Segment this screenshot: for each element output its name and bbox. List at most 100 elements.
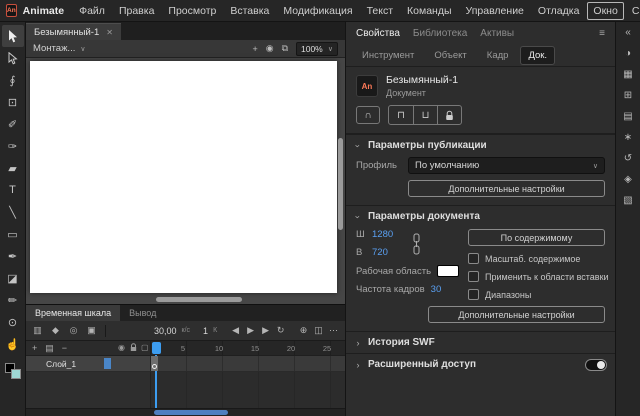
onion-skin-outlines-icon[interactable]: ◫ bbox=[311, 325, 326, 336]
framerate-value[interactable]: 30 bbox=[431, 284, 442, 295]
frame-ruler[interactable]: 5 10 15 20 25 bbox=[151, 341, 345, 355]
subselection-tool[interactable] bbox=[2, 47, 24, 69]
subtab-frame[interactable]: Кадр bbox=[479, 46, 517, 65]
subtab-tool[interactable]: Инструмент bbox=[354, 46, 422, 65]
canvas-hscroll-thumb[interactable] bbox=[156, 297, 242, 302]
empty-keyframe[interactable] bbox=[151, 356, 158, 371]
tab-properties[interactable]: Свойства bbox=[356, 28, 400, 39]
auto-keyframe-icon[interactable]: ◆ bbox=[48, 325, 63, 336]
rectangle-tool[interactable]: ▭ bbox=[2, 223, 24, 245]
free-transform-tool[interactable]: ⊡ bbox=[2, 91, 24, 113]
snap-align-icon[interactable]: ⊓ bbox=[389, 106, 413, 124]
add-layer-icon[interactable]: + bbox=[32, 343, 37, 353]
match-contents-button[interactable]: По содержимому bbox=[468, 229, 605, 246]
menu-commands[interactable]: Команды bbox=[401, 2, 458, 20]
selection-tool[interactable] bbox=[2, 25, 24, 47]
camera-icon[interactable]: ◉ bbox=[266, 43, 274, 54]
zoom-tool[interactable]: ⊙ bbox=[2, 311, 24, 333]
menu-control[interactable]: Управление bbox=[460, 2, 530, 20]
width-value[interactable]: 1280 bbox=[372, 229, 393, 240]
menu-help[interactable]: Справка bbox=[626, 2, 640, 20]
center-frame-icon[interactable]: ⊕ bbox=[296, 325, 311, 336]
section-document-settings[interactable]: › Параметры документа bbox=[346, 205, 615, 227]
fluid-brush-tool[interactable]: ✐ bbox=[2, 113, 24, 135]
eraser-tool[interactable]: ▰ bbox=[2, 157, 24, 179]
eyedropper-tool[interactable]: ✏ bbox=[2, 289, 24, 311]
stage-color-swatch[interactable] bbox=[437, 265, 459, 277]
apply-to-pasteboard-checkbox[interactable] bbox=[468, 271, 479, 282]
scale-content-checkbox[interactable] bbox=[468, 253, 479, 264]
menu-modify[interactable]: Модификация bbox=[277, 2, 358, 20]
tab-output[interactable]: Вывод bbox=[120, 305, 165, 321]
lock-column-icon[interactable] bbox=[130, 343, 137, 354]
menu-text[interactable]: Текст bbox=[361, 2, 399, 20]
paint-bucket-tool[interactable]: ◪ bbox=[2, 267, 24, 289]
transform-panel-icon[interactable]: ▧ bbox=[623, 195, 632, 206]
color-swatches[interactable] bbox=[5, 363, 21, 379]
line-tool[interactable]: ╲ bbox=[2, 201, 24, 223]
history-panel-icon[interactable]: ↺ bbox=[624, 153, 632, 164]
add-folder-icon[interactable]: ▤ bbox=[45, 343, 54, 354]
document-tab[interactable]: Безымянный-1 ✕ bbox=[26, 23, 121, 40]
edit-symbols-icon[interactable]: ⧉ bbox=[282, 43, 288, 54]
timeline-more-icon[interactable]: ⋯ bbox=[326, 325, 341, 336]
step-back-icon[interactable]: ◀ bbox=[228, 325, 243, 336]
height-value[interactable]: 720 bbox=[372, 247, 388, 258]
layer-name[interactable]: Слой_1 bbox=[46, 359, 76, 369]
playhead[interactable] bbox=[152, 342, 161, 354]
components-panel-icon[interactable]: ◈ bbox=[624, 174, 632, 185]
lock-guides-icon[interactable] bbox=[437, 106, 461, 124]
pen-tool[interactable]: ✒ bbox=[2, 245, 24, 267]
scene-breadcrumb[interactable]: Монтаж... bbox=[33, 43, 75, 54]
layer-row[interactable]: Слой_1 bbox=[26, 356, 345, 372]
timeline-scrollbar-thumb[interactable] bbox=[154, 410, 228, 415]
tab-assets[interactable]: Активы bbox=[480, 28, 514, 39]
accessibility-toggle[interactable] bbox=[585, 359, 607, 371]
collapse-panels-icon[interactable]: « bbox=[625, 27, 631, 38]
menu-debug[interactable]: Отладка bbox=[532, 2, 586, 20]
section-accessibility[interactable]: › Расширенный доступ bbox=[346, 353, 615, 375]
section-swf-history[interactable]: › История SWF bbox=[346, 331, 615, 353]
menu-edit[interactable]: Правка bbox=[113, 2, 160, 20]
canvas-vertical-scrollbar[interactable] bbox=[338, 60, 343, 292]
loop-icon[interactable]: ↻ bbox=[273, 325, 288, 336]
subtab-object[interactable]: Объект bbox=[426, 46, 474, 65]
menu-insert[interactable]: Вставка bbox=[224, 2, 275, 20]
frame-rate-value[interactable]: 30,00 bbox=[154, 326, 177, 336]
swatches-panel-icon[interactable]: ▦ bbox=[623, 69, 632, 80]
edit-multiple-frames-icon[interactable]: ▣ bbox=[84, 325, 99, 336]
canvas-horizontal-scrollbar[interactable] bbox=[28, 297, 335, 302]
brush-library-panel-icon[interactable]: ∗ bbox=[624, 132, 632, 143]
pasteboard[interactable] bbox=[26, 58, 345, 304]
layer-frames-track[interactable] bbox=[151, 356, 345, 371]
text-tool[interactable]: T bbox=[2, 179, 24, 201]
menu-file[interactable]: Файл bbox=[73, 2, 111, 20]
align-panel-icon[interactable]: ⊞ bbox=[624, 90, 632, 101]
panel-menu-icon[interactable]: ≡ bbox=[599, 28, 605, 39]
snap-objects-icon[interactable]: ⊔ bbox=[413, 106, 437, 124]
delete-layer-icon[interactable]: − bbox=[62, 343, 67, 353]
color-panel-icon[interactable]: ◑ bbox=[625, 48, 631, 59]
onion-skin-icon[interactable]: ◎ bbox=[66, 325, 81, 336]
hand-tool[interactable]: ☝ bbox=[2, 333, 24, 355]
scene-chevron-icon[interactable]: ∨ bbox=[80, 45, 85, 53]
subtab-doc[interactable]: Док. bbox=[520, 46, 555, 65]
stage[interactable] bbox=[30, 61, 337, 293]
library-panel-icon[interactable]: ▤ bbox=[623, 111, 632, 122]
tab-library[interactable]: Библиотека bbox=[413, 28, 467, 39]
layer-name-cell[interactable]: Слой_1 bbox=[26, 356, 151, 371]
document-advanced-settings-button[interactable]: Дополнительные настройки bbox=[428, 306, 605, 323]
publish-advanced-settings-button[interactable]: Дополнительные настройки bbox=[408, 180, 605, 197]
canvas-vscroll-thumb[interactable] bbox=[338, 138, 343, 230]
center-stage-icon[interactable]: + bbox=[252, 44, 257, 54]
tab-timeline[interactable]: Временная шкала bbox=[26, 305, 120, 321]
menu-view[interactable]: Просмотр bbox=[162, 2, 222, 20]
show-hide-column-icon[interactable]: ◉ bbox=[118, 343, 125, 352]
fill-color-swatch[interactable] bbox=[11, 369, 21, 379]
zoom-select[interactable]: 100% ∨ bbox=[296, 42, 338, 56]
timeline-horizontal-scrollbar[interactable] bbox=[26, 408, 345, 416]
snap-magnet-icon[interactable]: ∩ bbox=[356, 106, 380, 124]
link-dimensions-icon[interactable] bbox=[412, 233, 421, 257]
section-publish-settings[interactable]: › Параметры публикации bbox=[346, 134, 615, 156]
document-close-icon[interactable]: ✕ bbox=[106, 28, 113, 37]
